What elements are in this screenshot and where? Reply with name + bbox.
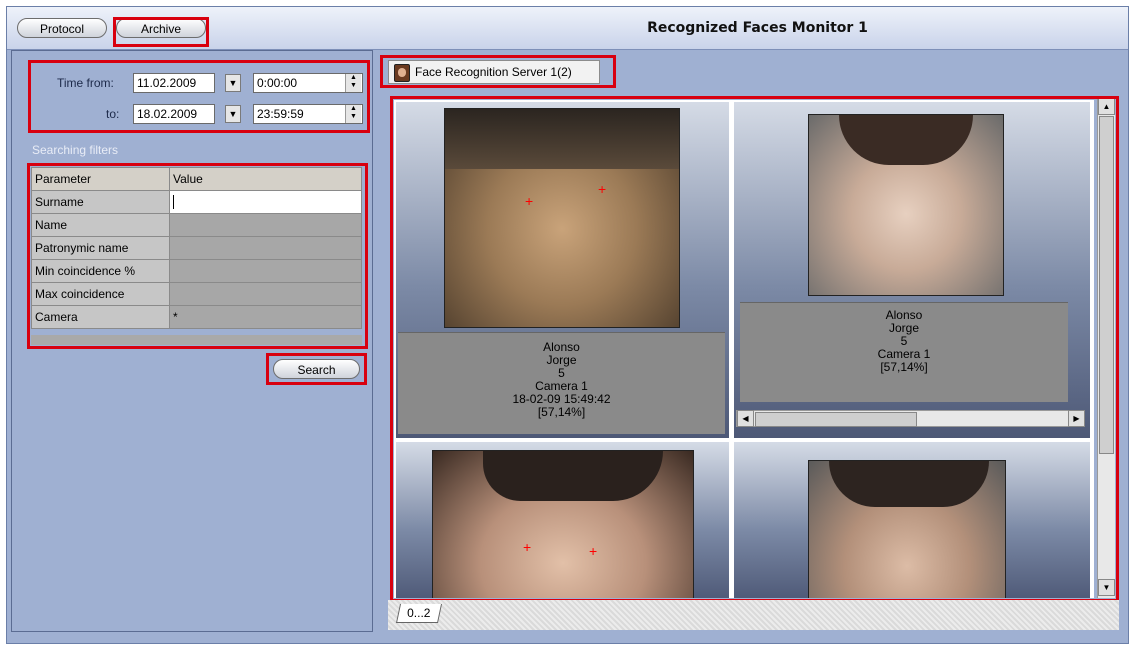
param-cell: Surname <box>31 190 170 214</box>
spin-down-icon[interactable]: ▼ <box>350 82 357 89</box>
param-cell: Min coincidence % <box>31 259 170 283</box>
value-cell[interactable] <box>169 236 362 260</box>
page-bar: 0...2 <box>388 600 1119 630</box>
param-cell: Max coincidence <box>31 282 170 306</box>
table-row[interactable]: Name <box>31 213 362 237</box>
result-coincidence: [57,14%] <box>880 360 928 374</box>
title-bar: Protocol Archive Recognized Faces Monito… <box>7 7 1128 50</box>
table-row[interactable]: Surname <box>31 190 362 214</box>
parameter-header: Parameter <box>31 167 170 191</box>
face-photo: + + <box>432 450 694 598</box>
table-row[interactable]: Min coincidence % <box>31 259 362 283</box>
table-row[interactable]: Camera * <box>31 305 362 329</box>
face-result-card[interactable] <box>734 442 1090 598</box>
text-cursor <box>173 195 174 210</box>
face-photo <box>808 460 1006 598</box>
table-row[interactable]: Patronymic name <box>31 236 362 260</box>
calendar-dropdown-icon[interactable]: ▼ <box>225 105 241 123</box>
face-info: Alonso Jorge 5 Camera 1 18-02-09 15:49:4… <box>398 332 725 434</box>
face-icon <box>394 64 410 82</box>
to-date-field[interactable]: 18.02.2009 <box>133 104 215 124</box>
from-time-value: 0:00:00 <box>257 76 298 90</box>
from-time-spinner[interactable]: ▲ ▼ <box>345 74 361 92</box>
face-photo: + + <box>444 108 680 328</box>
param-cell: Name <box>31 213 170 237</box>
face-photo <box>808 114 1004 296</box>
search-button[interactable]: Search <box>273 359 360 379</box>
scroll-down-icon[interactable]: ▼ <box>1098 579 1115 596</box>
value-cell[interactable]: * <box>169 305 362 329</box>
hair-shape <box>483 451 663 501</box>
face-gallery[interactable]: + + Alonso Jorge 5 Camera 1 18-02-09 15:… <box>394 100 1094 598</box>
result-coincidence: [57,14%] <box>537 405 586 419</box>
eye-marker-icon: + <box>525 193 534 209</box>
from-date-field[interactable]: 11.02.2009 <box>133 73 215 93</box>
spin-down-icon[interactable]: ▼ <box>350 113 357 120</box>
value-cell[interactable] <box>169 259 362 283</box>
filters-table: Parameter Value Surname Name Patronymic … <box>31 167 362 329</box>
value-header: Value <box>169 167 362 191</box>
scroll-left-icon[interactable]: ◀ <box>737 410 754 427</box>
page-tab[interactable]: 0...2 <box>395 604 443 623</box>
time-to-label: to: <box>106 107 120 121</box>
scroll-right-icon[interactable]: ▶ <box>1068 410 1085 427</box>
archive-button[interactable]: Archive <box>116 18 206 38</box>
to-time-value: 23:59:59 <box>257 107 304 121</box>
card-horizontal-scrollbar[interactable]: ◀ ▶ <box>736 410 1085 427</box>
param-cell: Patronymic name <box>31 236 170 260</box>
hair-shape <box>829 461 989 507</box>
value-cell[interactable] <box>169 282 362 306</box>
face-info: Alonso Jorge 5 Camera 1 [57,14%] <box>740 302 1068 402</box>
scroll-thumb[interactable] <box>755 412 917 427</box>
time-from-label: Time from: <box>57 76 114 90</box>
eye-marker-icon: + <box>523 539 532 555</box>
surname-input[interactable] <box>169 190 362 214</box>
hair-shape <box>445 109 679 169</box>
filters-heading: Searching filters <box>32 143 119 157</box>
to-time-spinner[interactable]: ▲ ▼ <box>345 105 361 123</box>
value-cell[interactable] <box>169 213 362 237</box>
face-result-card[interactable]: Alonso Jorge 5 Camera 1 [57,14%] ◀ ▶ <box>734 102 1090 438</box>
tab-face-recognition-server[interactable]: Face Recognition Server 1(2) <box>388 60 600 84</box>
table-empty-area <box>31 335 362 345</box>
face-result-card[interactable]: + + Alonso Jorge 5 Camera 1 18-02-09 15:… <box>396 102 729 438</box>
table-row[interactable]: Max coincidence <box>31 282 362 306</box>
eye-marker-icon: + <box>598 181 607 197</box>
scroll-thumb[interactable] <box>1099 116 1114 454</box>
calendar-dropdown-icon[interactable]: ▼ <box>225 74 241 92</box>
tab-label: Face Recognition Server 1(2) <box>415 65 572 79</box>
spin-up-icon[interactable]: ▲ <box>350 105 357 112</box>
scroll-up-icon[interactable]: ▲ <box>1098 98 1115 115</box>
page-tab-label: 0...2 <box>407 606 431 620</box>
window-title: Recognized Faces Monitor 1 <box>647 20 868 36</box>
eye-marker-icon: + <box>589 543 598 559</box>
protocol-button[interactable]: Protocol <box>17 18 107 38</box>
hair-shape <box>839 115 973 165</box>
param-cell: Camera <box>31 305 170 329</box>
gallery-vertical-scrollbar[interactable]: ▲ ▼ <box>1097 98 1115 598</box>
spin-up-icon[interactable]: ▲ <box>350 74 357 81</box>
face-result-card[interactable]: + + <box>396 442 729 598</box>
filters-header-row: Parameter Value <box>31 167 362 191</box>
